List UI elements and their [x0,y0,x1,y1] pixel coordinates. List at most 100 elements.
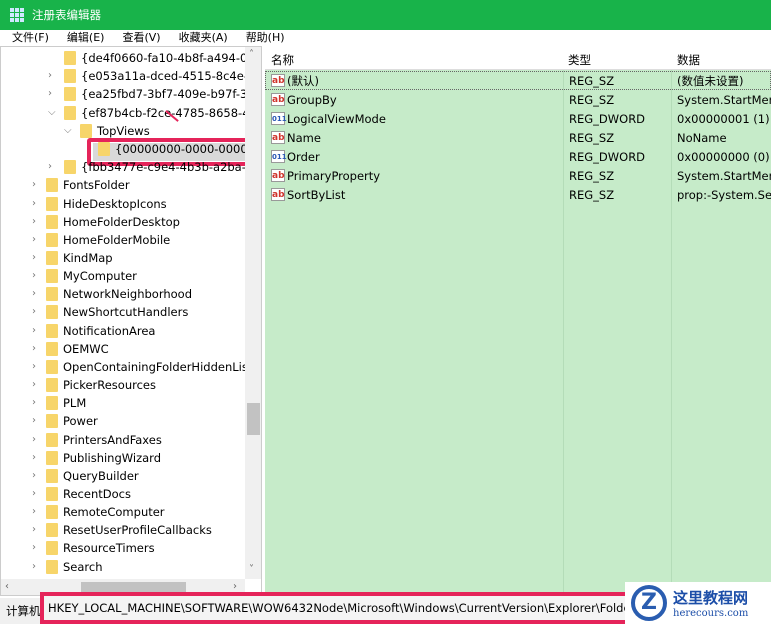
tree-item-label: OpenContainingFolderHiddenList [63,359,253,374]
address-path[interactable]: HKEY_LOCAL_MACHINE\SOFTWARE\WOW6432Node\… [40,592,640,624]
chevron-right-icon[interactable]: › [32,270,42,281]
chevron-right-icon[interactable]: › [32,397,42,408]
tree-item[interactable]: {de4f0660-fa10-4b8f-a494-068b [64,49,261,67]
tree-item-label: HomeFolderDesktop [63,214,180,229]
scroll-down-icon[interactable]: ˅ [249,564,254,575]
menu-help[interactable]: 帮助(H) [234,30,291,46]
vertical-scrollbar[interactable]: ˄ ˅ [245,47,261,579]
tree-item[interactable]: RecentDocs [46,485,131,503]
value-row[interactable]: 011 Order REG_DWORD 0x00000000 (0) [265,147,771,166]
tree-item[interactable]: {ea25fbd7-3bf7-409e-b97f-3352 [64,85,262,103]
tree-item[interactable]: NetworkNeighborhood [46,285,192,303]
value-row[interactable]: ab Name REG_SZ NoName [265,128,771,147]
value-row[interactable]: 011 LogicalViewMode REG_DWORD 0x00000001 (1… [265,109,771,128]
column-header-type[interactable]: 类型 [568,52,591,68]
chevron-right-icon[interactable]: › [32,561,42,572]
menu-view[interactable]: 查看(V) [110,30,166,46]
column-header-data[interactable]: 数据 [677,52,700,68]
status-prefix: 计算机 [6,604,41,618]
scroll-up-icon[interactable]: ˄ [249,49,254,60]
tree-item[interactable]: PickerResources [46,376,156,394]
menu-file[interactable]: 文件(F) [0,30,55,46]
chevron-right-icon[interactable]: › [32,288,42,299]
value-row[interactable]: ab SortByList REG_SZ prop:-System.Sea [265,185,771,204]
chevron-right-icon[interactable]: › [32,524,42,535]
column-header-name[interactable]: 名称 [271,52,294,68]
folder-icon [64,105,76,120]
folder-icon [46,323,58,338]
chevron-right-icon[interactable]: › [32,361,42,372]
value-data: (数值未设置) [677,73,744,88]
scroll-left-icon[interactable]: ‹ [5,581,9,592]
chevron-right-icon[interactable]: › [32,198,42,209]
tree-item[interactable]: NewShortcutHandlers [46,303,188,321]
tree-item-label: HideDesktopIcons [63,196,167,211]
menu-edit[interactable]: 编辑(E) [55,30,111,46]
chevron-right-icon[interactable]: › [32,216,42,227]
scroll-right-icon[interactable]: › [233,581,237,592]
tree-item[interactable]: NotificationArea [46,322,155,340]
chevron-right-icon[interactable]: › [32,506,42,517]
tree-item[interactable]: {e053a11a-dced-4515-8c4e-d51 [64,67,261,85]
tree-item[interactable]: PrintersAndFaxes [46,431,162,449]
tree-item[interactable]: QueryBuilder [46,467,139,485]
tree-item-label: {ea25fbd7-3bf7-409e-b97f-3352 [81,87,262,102]
tree-item[interactable]: {fbb3477e-c9e4-4b3b-a2ba-d3f [64,158,261,176]
tree-item[interactable]: Search [46,558,103,576]
folder-icon [64,51,76,65]
tree-item-label: Power [63,414,98,429]
menu-bar: 文件(F) 编辑(E) 查看(V) 收藏夹(A) 帮助(H) [0,30,771,46]
tree-item[interactable]: PublishingWizard [46,449,161,467]
chevron-right-icon[interactable]: › [48,70,58,81]
value-row[interactable]: ab (默认) REG_SZ (数值未设置) [265,71,771,90]
tree-item[interactable]: HideDesktopIcons [46,195,167,213]
tree-item[interactable]: MyComputer [46,267,137,285]
tree-item[interactable]: Power [46,412,98,430]
chevron-right-icon[interactable]: › [32,234,42,245]
folder-icon [64,69,76,84]
value-type: REG_SZ [569,187,615,202]
tree-item[interactable]: OpenContainingFolderHiddenList [46,358,252,376]
value-data: prop:-System.Sea [677,187,771,202]
tree-item[interactable]: KindMap [46,249,113,267]
chevron-right-icon[interactable]: › [32,470,42,481]
tree-item[interactable]: RemoteComputer [46,503,165,521]
chevron-down-icon[interactable]: ⌵ [48,107,58,118]
folder-icon [46,541,58,556]
chevron-right-icon[interactable]: › [32,252,42,263]
chevron-right-icon[interactable]: › [32,488,42,499]
value-data: System.StartMenu [677,168,771,183]
folder-icon [46,486,58,501]
tree-item[interactable]: {ef87b4cb-f2ce-4785-8658-4ca6 [64,104,261,122]
tree-item[interactable]: PLM [46,394,86,412]
scroll-thumb[interactable] [247,403,260,435]
chevron-right-icon[interactable]: › [32,452,42,463]
tree-item[interactable]: ResourceTimers [46,539,155,557]
value-row[interactable]: abGroupBy REG_SZ System.StartMenu [265,90,771,109]
tree-item[interactable]: HomeFolderMobile [46,231,170,249]
chevron-right-icon[interactable]: › [32,434,42,445]
value-row[interactable]: abPrimaryProperty REG_SZ System.StartMenu [265,166,771,185]
chevron-down-icon[interactable]: ⌵ [64,125,74,136]
value-data: 0x00000000 (0) [677,149,770,164]
chevron-right-icon[interactable]: › [32,306,42,317]
tree-item[interactable]: FontsFolder [46,176,130,194]
value-type: REG_DWORD [569,111,646,126]
registry-path[interactable]: HKEY_LOCAL_MACHINE\SOFTWARE\WOW6432Node\… [48,601,640,615]
folder-icon [46,305,58,320]
tree-item[interactable]: ResetUserProfileCallbacks [46,521,212,539]
chevron-right-icon[interactable]: › [32,325,42,336]
value-data: 0x00000001 (1) [677,111,770,126]
tree-item[interactable]: HomeFolderDesktop [46,213,180,231]
chevron-right-icon[interactable]: › [48,88,58,99]
chevron-right-icon[interactable]: › [48,161,58,172]
chevron-right-icon[interactable]: › [32,179,42,190]
tree-item[interactable]: OEMWC [46,340,109,358]
folder-icon [64,160,76,175]
tree-item-label: OEMWC [63,341,109,356]
menu-favorites[interactable]: 收藏夹(A) [167,30,234,46]
chevron-right-icon[interactable]: › [32,379,42,390]
chevron-right-icon[interactable]: › [32,415,42,426]
chevron-right-icon[interactable]: › [32,343,42,354]
chevron-right-icon[interactable]: › [32,542,42,553]
